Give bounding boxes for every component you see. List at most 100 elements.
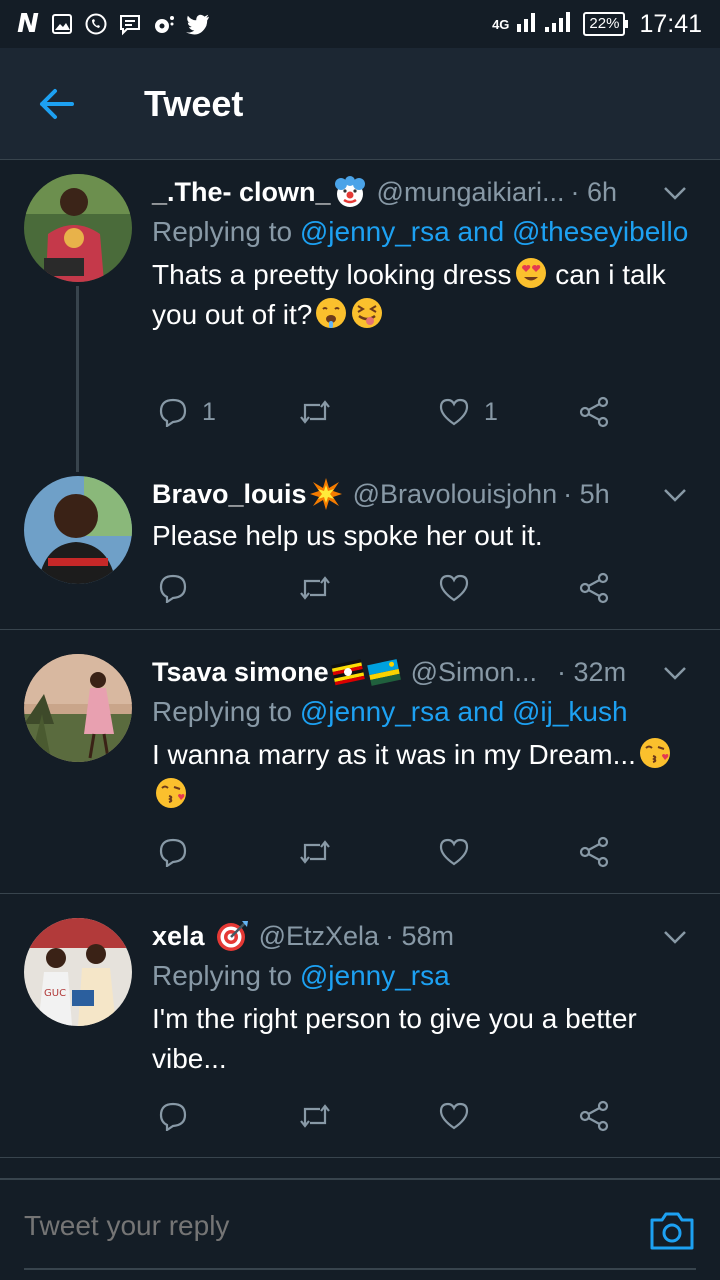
tweet-text-part: I wanna marry as it was in my Dream... — [152, 739, 636, 770]
kissing-heart-emoji — [638, 736, 672, 770]
avatar[interactable] — [24, 654, 132, 762]
reply-input-underline — [24, 1268, 696, 1270]
arrow-left-icon — [40, 88, 74, 119]
tweet-text: Thats a preetty looking dress can i talk… — [152, 255, 700, 335]
replying-to-label: Replying to — [152, 960, 293, 991]
reply-bar — [0, 1178, 720, 1280]
chevron-down-icon[interactable] — [660, 658, 690, 688]
share-icon — [579, 396, 609, 428]
reply-button[interactable] — [158, 1096, 188, 1136]
tweet-text: Please help us spoke her out it. — [152, 520, 543, 551]
back-button[interactable] — [26, 74, 86, 134]
battery-indicator: 22% — [583, 12, 629, 36]
reply-mentions[interactable]: @jenny_rsa and @theseyibello — [300, 216, 688, 247]
app-bar: Tweet — [0, 48, 720, 160]
heart-icon — [439, 1102, 469, 1130]
app-n-icon: N — [17, 9, 39, 39]
collision-emoji — [309, 477, 343, 511]
retweet-icon — [300, 576, 330, 600]
retweet-button[interactable] — [298, 392, 332, 432]
timestamp: · 58m — [385, 920, 455, 951]
squinting-tongue-emoji — [350, 296, 384, 330]
like-button[interactable] — [438, 568, 470, 608]
whatsapp-icon — [84, 12, 108, 36]
reply-button[interactable] — [158, 832, 188, 872]
reply-icon — [159, 574, 187, 603]
tweet[interactable]: Tsava simone @Simon... · 32m Replying to… — [0, 630, 720, 894]
network-label: 4G — [492, 16, 510, 32]
tweet[interactable]: GUC xela @EtzXela · 58m Replying to @jen… — [0, 894, 720, 1158]
share-button[interactable] — [578, 1096, 610, 1136]
replying-to: Replying to @jenny_rsa and @ij_kush — [152, 692, 700, 731]
retweet-icon — [300, 840, 330, 864]
display-name[interactable]: xela — [152, 921, 205, 952]
display-name[interactable]: _.The- clown_ — [152, 177, 331, 208]
replying-to-label: Replying to — [152, 216, 293, 247]
tweet[interactable]: _.The- clown_ @mungaikiari... · 6h Reply… — [0, 160, 720, 472]
retweet-button[interactable] — [298, 832, 332, 872]
kissing-heart-emoji — [154, 776, 188, 810]
chevron-down-icon[interactable] — [660, 480, 690, 510]
share-icon — [579, 836, 609, 868]
reply-icon — [159, 838, 187, 867]
display-name[interactable]: Bravo_louis — [152, 479, 307, 510]
reply-icon — [159, 398, 187, 427]
tweet-text: I wanna marry as it was in my Dream... — [152, 735, 700, 815]
svg-text:GUC: GUC — [44, 988, 66, 999]
music-icon — [152, 12, 176, 36]
twitter-bird-icon — [186, 12, 210, 36]
notification-icons: N — [16, 9, 210, 39]
tweet-text-part: Thats a preetty looking dress — [152, 259, 512, 290]
avatar[interactable] — [24, 476, 132, 584]
direct-hit-emoji — [215, 919, 249, 953]
reply-input[interactable] — [24, 1210, 584, 1242]
timestamp: · 32m — [557, 656, 627, 687]
replying-to: Replying to @jenny_rsa — [152, 956, 700, 995]
chevron-down-icon[interactable] — [660, 922, 690, 952]
page-title: Tweet — [144, 82, 244, 124]
retweet-button[interactable] — [298, 1096, 332, 1136]
like-count: 1 — [484, 397, 498, 426]
tweet[interactable]: Bravo_louis @Bravolouisjohn · 5h Please … — [0, 470, 720, 630]
heart-icon — [439, 574, 469, 602]
share-icon — [579, 1100, 609, 1132]
system-status: 4G 22% 17:41 — [492, 10, 702, 39]
retweet-icon — [300, 400, 330, 424]
avatar[interactable]: GUC — [24, 918, 132, 1026]
retweet-button[interactable] — [298, 568, 332, 608]
like-button[interactable] — [438, 832, 470, 872]
camera-button[interactable] — [648, 1208, 696, 1252]
tweet-actions — [152, 832, 632, 872]
timestamp: · 6h — [570, 176, 618, 207]
reply-count: 1 — [202, 397, 216, 426]
retweet-icon — [300, 1104, 330, 1128]
rwanda-flag-emoji — [366, 655, 401, 689]
share-button[interactable] — [578, 568, 610, 608]
reply-button[interactable] — [158, 568, 188, 608]
share-button[interactable] — [578, 832, 610, 872]
signal-icon — [517, 10, 575, 39]
status-bar: N 4G 22% 17:41 — [0, 0, 720, 48]
like-button[interactable]: 1 — [438, 392, 498, 432]
share-button[interactable] — [578, 392, 610, 432]
camera-icon — [650, 1212, 694, 1250]
reply-icon — [159, 1102, 187, 1131]
clock: 17:41 — [639, 9, 702, 38]
clown-emoji — [333, 175, 367, 209]
reply-button[interactable]: 1 — [158, 392, 216, 432]
handle[interactable]: @mungaikiari... — [377, 177, 565, 208]
handle[interactable]: @Bravolouisjohn — [353, 479, 558, 510]
gallery-icon — [50, 12, 74, 36]
timestamp: · 5h — [563, 478, 610, 509]
tweet-actions: 1 1 — [152, 392, 632, 432]
handle[interactable]: @Simon... — [411, 657, 537, 688]
replying-to-label: Replying to — [152, 696, 293, 727]
handle[interactable]: @EtzXela — [259, 921, 379, 952]
reply-mentions[interactable]: @jenny_rsa and @ij_kush — [300, 696, 628, 727]
tweet-text: I'm the right person to give you a bette… — [152, 1003, 637, 1074]
display-name[interactable]: Tsava simone — [152, 657, 329, 688]
reply-mentions[interactable]: @jenny_rsa — [300, 960, 450, 991]
chevron-down-icon[interactable] — [660, 178, 690, 208]
like-button[interactable] — [438, 1096, 470, 1136]
avatar[interactable] — [24, 174, 132, 282]
